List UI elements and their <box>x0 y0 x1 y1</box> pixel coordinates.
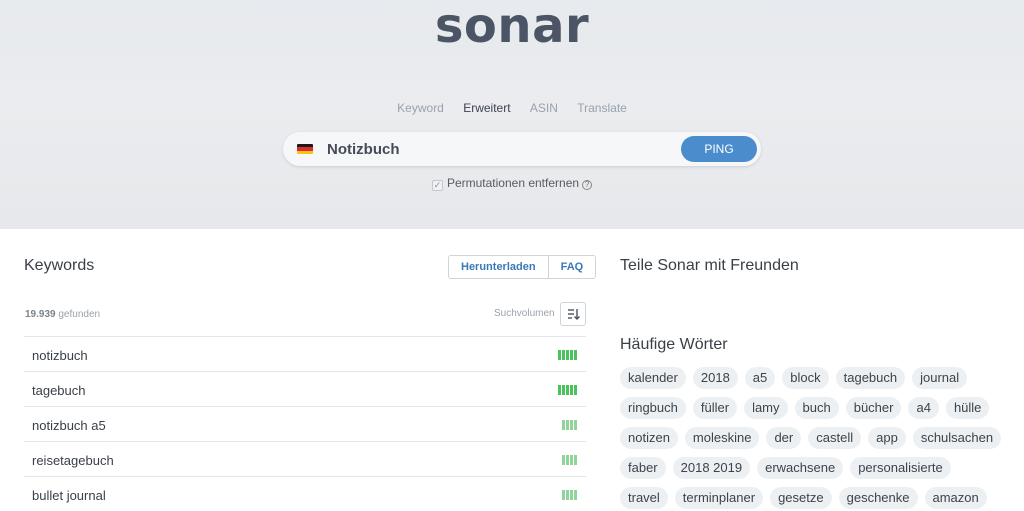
word-tag[interactable]: ringbuch <box>620 397 686 419</box>
volume-bar-segment <box>558 385 561 395</box>
word-tag[interactable]: geschenke <box>838 487 918 509</box>
volume-bar-segment <box>558 350 561 360</box>
faq-button[interactable]: FAQ <box>547 256 596 278</box>
ping-button[interactable]: PING <box>681 136 757 162</box>
mode-erweitert[interactable]: Erweitert <box>463 101 510 115</box>
volume-indicator <box>562 420 577 430</box>
word-tag[interactable]: 2018 2019 <box>672 457 751 479</box>
volume-bar-segment <box>562 420 565 430</box>
search-volume-label: Suchvolumen <box>494 308 555 319</box>
share-title: Teile Sonar mit Freunden <box>620 257 799 274</box>
word-tag[interactable]: der <box>766 427 802 449</box>
word-tag[interactable]: app <box>868 427 906 449</box>
volume-indicator <box>562 455 577 465</box>
volume-bar-segment <box>570 455 573 465</box>
results-count: 19.939 gefunden <box>25 309 100 320</box>
volume-bar-segment <box>570 350 573 360</box>
permutations-label[interactable]: Permutationen entfernen <box>447 176 579 190</box>
results-count-label: gefunden <box>58 309 101 320</box>
word-tag[interactable]: lamy <box>744 397 788 419</box>
word-tag[interactable]: a4 <box>908 397 939 419</box>
volume-bar-segment <box>562 490 565 500</box>
sort-icon <box>568 309 580 320</box>
frequent-words-title: Häufige Wörter <box>620 336 728 353</box>
volume-bar-segment <box>570 420 573 430</box>
mode-asin[interactable]: ASIN <box>530 101 558 115</box>
volume-bar-segment <box>574 490 577 500</box>
frequent-words-tags: kalender 2018 a5 block tagebuch journal ringbu… <box>620 367 1020 511</box>
keyword-text: reisetagebuch <box>32 453 114 468</box>
keyword-text: tagebuch <box>32 383 86 398</box>
volume-bar-segment <box>570 490 573 500</box>
help-icon[interactable]: ? <box>582 180 593 190</box>
mode-keyword[interactable]: Keyword <box>397 101 444 115</box>
volume-indicator <box>562 490 577 500</box>
keyword-text: notizbuch a5 <box>32 418 106 433</box>
volume-bar-segment <box>574 455 577 465</box>
volume-bar-segment <box>570 385 573 395</box>
keyword-row[interactable]: bullet journal <box>24 476 586 511</box>
download-button[interactable]: Herunterladen <box>449 256 548 278</box>
word-tag[interactable]: tagebuch <box>835 367 906 389</box>
sort-button[interactable] <box>560 302 586 326</box>
results-count-number: 19.939 <box>25 309 56 320</box>
volume-bar-segment <box>574 420 577 430</box>
volume-bar-segment <box>562 385 565 395</box>
keyword-row[interactable]: notizbuch <box>24 336 586 371</box>
tag-row: travel terminplaner gesetze geschenke amazon <box>620 487 1020 509</box>
volume-bar-segment <box>562 350 565 360</box>
word-tag[interactable]: castell <box>808 427 862 449</box>
germany-flag-icon[interactable] <box>297 144 313 154</box>
word-tag[interactable]: faber <box>620 457 666 479</box>
tag-row: kalender 2018 a5 block tagebuch journal <box>620 367 1020 389</box>
word-tag[interactable]: travel <box>620 487 668 509</box>
word-tag[interactable]: buch <box>794 397 839 419</box>
word-tag[interactable]: block <box>782 367 829 389</box>
tag-row: ringbuch füller lamy buch bücher a4 hülle <box>620 397 1020 419</box>
keywords-title: Keywords <box>24 257 95 274</box>
keyword-text: notizbuch <box>32 348 88 363</box>
word-tag[interactable]: a5 <box>744 367 776 389</box>
search-input[interactable] <box>327 138 627 160</box>
volume-bar-segment <box>562 455 565 465</box>
keywords-actions: Herunterladen FAQ <box>448 255 597 279</box>
word-tag[interactable]: terminplaner <box>674 487 764 509</box>
word-tag[interactable]: erwachsene <box>757 457 844 479</box>
word-tag[interactable]: personalisierte <box>850 457 951 479</box>
word-tag[interactable]: kalender <box>620 367 686 389</box>
search-bar: PING <box>283 132 761 166</box>
permutations-checkbox[interactable]: ✓ <box>431 180 443 191</box>
volume-bar-segment <box>574 350 577 360</box>
volume-bar-segment <box>566 490 569 500</box>
word-tag[interactable]: moleskine <box>684 427 760 449</box>
word-tag[interactable]: amazon <box>924 487 987 509</box>
word-tag[interactable]: schulsachen <box>912 427 1002 449</box>
volume-bar-segment <box>574 385 577 395</box>
sonar-logo[interactable]: sonar <box>0 0 1024 54</box>
tag-row: faber 2018 2019 erwachsene personalisierte <box>620 457 1020 479</box>
volume-bar-segment <box>566 385 569 395</box>
keyword-text: bullet journal <box>32 488 106 503</box>
volume-bar-segment <box>566 420 569 430</box>
word-tag[interactable]: 2018 <box>692 367 738 389</box>
word-tag[interactable]: notizen <box>620 427 678 449</box>
tag-row: notizen moleskine der castell app schulsachen <box>620 427 1020 449</box>
volume-bar-segment <box>566 350 569 360</box>
permutations-option: ✓ Permutationen entfernen? <box>0 176 1024 191</box>
word-tag[interactable]: journal <box>912 367 968 389</box>
keyword-row[interactable]: tagebuch <box>24 371 586 406</box>
word-tag[interactable]: füller <box>692 397 738 419</box>
volume-indicator <box>558 385 577 395</box>
volume-bar-segment <box>566 455 569 465</box>
keyword-row[interactable]: reisetagebuch <box>24 441 586 476</box>
search-mode-nav: Keyword Erweitert ASIN Translate <box>0 101 1024 115</box>
volume-indicator <box>558 350 577 360</box>
keyword-list: notizbuch tagebuch notizbuch a5 reisetagebu… <box>24 336 586 511</box>
word-tag[interactable]: gesetze <box>770 487 832 509</box>
mode-translate[interactable]: Translate <box>577 101 627 115</box>
word-tag[interactable]: hülle <box>945 397 990 419</box>
word-tag[interactable]: bücher <box>845 397 902 419</box>
hero-banner: sonar Keyword Erweitert ASIN Translate P… <box>0 0 1024 229</box>
keyword-row[interactable]: notizbuch a5 <box>24 406 586 441</box>
